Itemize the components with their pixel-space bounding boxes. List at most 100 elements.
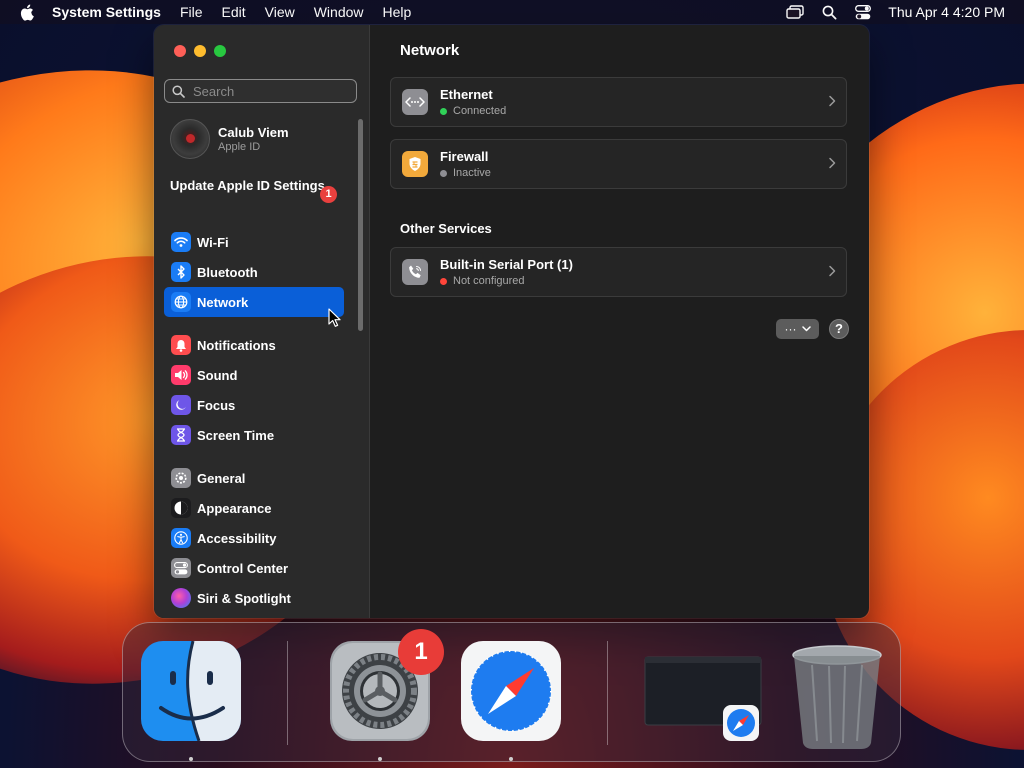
- help-button[interactable]: ?: [829, 319, 849, 339]
- sidebar-item-label: Accessibility: [197, 530, 277, 546]
- minimize-window-button[interactable]: [194, 45, 206, 57]
- menu-bar: System Settings File Edit View Window He…: [0, 0, 1024, 24]
- accessibility-icon: [171, 528, 191, 548]
- menu-app-name[interactable]: System Settings: [52, 0, 161, 24]
- chevron-right-icon: [829, 157, 836, 169]
- apple-icon[interactable]: [18, 4, 34, 21]
- sidebar-item-accessibility[interactable]: Accessibility: [164, 523, 344, 553]
- dock-app-safari[interactable]: [461, 641, 561, 741]
- wifi-icon: [171, 232, 191, 252]
- chevron-down-icon: [801, 326, 811, 332]
- search-icon: [172, 84, 185, 98]
- safari-icon: [461, 641, 561, 741]
- more-actions-label: ···: [784, 322, 797, 336]
- ethernet-icon: [402, 89, 428, 115]
- moon-icon: [171, 395, 191, 415]
- bluetooth-icon: [171, 262, 191, 282]
- sidebar-item-label: General: [197, 470, 246, 486]
- sidebar-item-label: Appearance: [197, 500, 272, 516]
- menu-window[interactable]: Window: [314, 0, 364, 24]
- service-name: Firewall: [440, 149, 489, 164]
- menu-help[interactable]: Help: [383, 0, 412, 24]
- minimized-window-icon: [644, 656, 762, 741]
- firewall-icon: [402, 151, 428, 177]
- spotlight-search-icon[interactable]: [820, 4, 838, 20]
- service-row-firewall[interactable]: Firewall Inactive: [390, 139, 847, 189]
- sidebar-item-general[interactable]: General: [164, 463, 344, 493]
- page-title: Network: [400, 42, 460, 59]
- bell-icon: [171, 335, 191, 355]
- service-row-serial-port[interactable]: Built-in Serial Port (1) Not configured: [390, 247, 847, 297]
- sidebar-item-notifications[interactable]: Notifications: [164, 330, 344, 360]
- sidebar-item-label: Network: [197, 294, 249, 310]
- sidebar-item-bluetooth[interactable]: Bluetooth: [164, 257, 344, 287]
- search-field[interactable]: [164, 79, 357, 103]
- sidebar-item-label: Wi-Fi: [197, 234, 229, 250]
- system-settings-window: Calub Viem Apple ID Update Apple ID Sett…: [154, 25, 869, 618]
- dock-app-trash[interactable]: [787, 641, 887, 749]
- running-indicator: [509, 757, 513, 761]
- sidebar-item-wifi[interactable]: Wi-Fi: [164, 227, 344, 257]
- dock-minimized-window[interactable]: [643, 641, 763, 741]
- close-window-button[interactable]: [174, 45, 186, 57]
- dock-app-finder[interactable]: [141, 640, 241, 742]
- sidebar-item-sound[interactable]: Sound: [164, 360, 344, 390]
- search-input[interactable]: [191, 82, 345, 100]
- sidebar-item-appearance[interactable]: Appearance: [164, 493, 344, 523]
- sidebar-item-control-center[interactable]: Control Center: [164, 553, 344, 583]
- update-badge: 1: [320, 186, 337, 203]
- service-status: Not configured: [453, 275, 525, 287]
- account-name: Calub Viem: [218, 125, 289, 140]
- status-dot: [440, 169, 447, 177]
- sidebar-item-label: Screen Time: [197, 427, 275, 443]
- menu-file[interactable]: File: [180, 0, 203, 24]
- phone-icon: [402, 259, 428, 285]
- finder-icon: [141, 640, 241, 742]
- sidebar-item-screen-time[interactable]: Screen Time: [164, 420, 344, 450]
- service-row-ethernet[interactable]: Ethernet Connected: [390, 77, 847, 127]
- globe-icon: [171, 292, 191, 312]
- sidebar-item-siri-spotlight[interactable]: Siri & Spotlight: [164, 583, 344, 613]
- zoom-window-button[interactable]: [214, 45, 226, 57]
- account-subtitle: Apple ID: [218, 141, 261, 153]
- gear-icon: [171, 468, 191, 488]
- sidebar-item-label: Sound: [197, 367, 238, 383]
- sidebar-item-label: Siri & Spotlight: [197, 590, 291, 606]
- service-name: Ethernet: [440, 87, 493, 102]
- sidebar-item-label: Focus: [197, 397, 236, 413]
- control-center-icon: [171, 558, 191, 578]
- sidebar-scrollbar[interactable]: [358, 119, 363, 331]
- dock-separator: [287, 641, 288, 745]
- more-actions-button[interactable]: ···: [776, 319, 819, 339]
- control-center-icon[interactable]: [854, 4, 872, 20]
- hourglass-icon: [171, 425, 191, 445]
- dock: 1: [122, 622, 901, 762]
- service-name: Built-in Serial Port (1): [440, 257, 573, 272]
- status-dot: [440, 277, 447, 285]
- other-services-title: Other Services: [400, 221, 492, 236]
- mouse-cursor-icon: [328, 308, 341, 327]
- update-apple-id-settings[interactable]: Update Apple ID Settings: [170, 178, 340, 194]
- siri-icon: [171, 588, 191, 608]
- appearance-icon: [171, 498, 191, 518]
- running-indicator: [378, 757, 382, 761]
- sidebar-item-label: Control Center: [197, 560, 288, 576]
- menu-view[interactable]: View: [265, 0, 295, 24]
- sidebar-item-label: Bluetooth: [197, 264, 258, 280]
- sidebar-item-network[interactable]: Network: [164, 287, 344, 317]
- service-status: Inactive: [453, 167, 491, 179]
- status-dot: [440, 107, 447, 115]
- apple-id-account[interactable]: Calub Viem Apple ID: [170, 119, 289, 159]
- avatar: [170, 119, 210, 159]
- screen-mirroring-icon[interactable]: [786, 4, 804, 20]
- menu-clock[interactable]: Thu Apr 4 4:20 PM: [888, 4, 1005, 20]
- speaker-icon: [171, 365, 191, 385]
- sidebar-item-label: Notifications: [197, 337, 276, 353]
- sidebar-item-focus[interactable]: Focus: [164, 390, 344, 420]
- trash-icon: [792, 645, 882, 749]
- chevron-right-icon: [829, 265, 836, 277]
- chevron-right-icon: [829, 95, 836, 107]
- menu-edit[interactable]: Edit: [222, 0, 246, 24]
- notification-badge: 1: [398, 629, 444, 675]
- dock-separator: [607, 641, 608, 745]
